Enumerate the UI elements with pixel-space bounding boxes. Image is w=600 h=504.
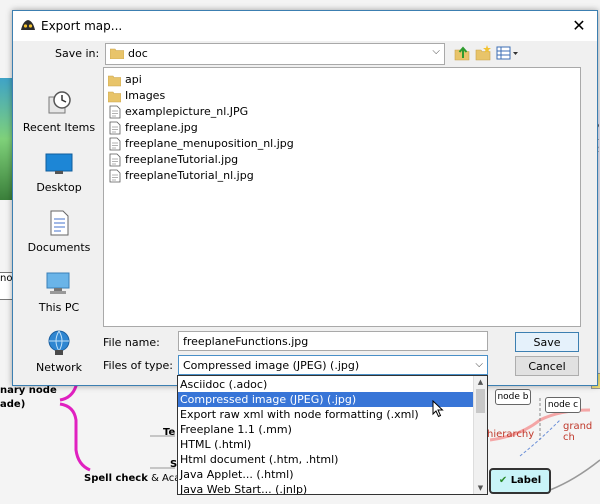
folder-icon [108,91,121,103]
folder-icon [110,48,124,59]
new-folder-button[interactable] [474,44,492,62]
map-node-b[interactable]: node b [495,389,531,405]
places-bar: Recent Items Desktop Documents This PC N… [17,67,101,374]
place-this-pc[interactable]: This PC [17,269,101,329]
save-in-value: doc [128,47,148,60]
view-menu-button[interactable] [495,44,521,62]
close-button[interactable]: ✕ [569,16,589,36]
close-icon: ✕ [572,16,586,35]
map-node-c[interactable]: node c [545,397,581,413]
file-name-label: File name: [103,336,160,349]
documents-icon [50,210,69,236]
list-item-file[interactable]: freeplane_menuposition_nl.jpg [108,136,294,152]
file-list[interactable]: api Images examplepicture_nl.JPG freepla… [103,67,581,327]
map-label-node[interactable]: ✔ Label [489,468,551,494]
file-icon [109,121,121,135]
dropdown-option[interactable]: Java Applet... (.html) [178,467,476,482]
save-in-label: Save in: [55,47,100,60]
files-of-type-select[interactable]: Compressed image (JPEG) (.jpg) ⌵ [178,355,488,375]
map-node-te[interactable]: Te [163,427,175,438]
cancel-button[interactable]: Cancel [515,356,579,376]
mouse-cursor-icon [432,400,444,418]
dialog-titlebar[interactable]: Export map... ✕ [13,11,597,41]
map-hierarchy-label: hierarchy [487,429,535,440]
save-button[interactable]: Save [515,332,579,352]
dropdown-option[interactable]: Freeplane 1.1 (.mm) [178,422,476,437]
files-of-type-value: Compressed image (JPEG) (.jpg) [183,359,360,372]
scrollbar-thumb[interactable] [476,389,485,413]
list-item-file[interactable]: freeplaneTutorial.jpg [108,152,238,168]
place-desktop[interactable]: Desktop [17,149,101,209]
dropdown-option[interactable]: Asciidoc (.adoc) [178,377,476,392]
map-grand-child-label: grand ch [563,421,593,443]
scroll-up-icon[interactable]: ▲ [474,376,487,388]
dropdown-option[interactable]: Html document (.htm, .html) [178,452,476,467]
file-name-input[interactable]: freeplaneFunctions.jpg [178,331,488,351]
freeplane-app-icon [21,20,35,30]
desktop-icon [45,153,73,174]
dialog-title: Export map... [41,19,123,33]
file-icon [109,105,121,119]
this-pc-icon [46,272,70,294]
files-of-type-label: Files of type: [103,359,174,372]
file-icon [109,153,121,167]
place-recent-items[interactable]: Recent Items [17,89,101,149]
chevron-down-icon: ⌵ [475,359,483,370]
dropdown-scrollbar[interactable]: ▲ ▼ [473,376,487,494]
folder-icon [108,75,121,87]
files-of-type-dropdown[interactable]: Asciidoc (.adoc) Compressed image (JPEG)… [177,375,488,495]
dropdown-option[interactable]: Java Web Start... (.jnlp) [178,482,476,494]
dropdown-option[interactable]: HTML (.html) [178,437,476,452]
file-icon [109,169,121,183]
up-one-level-button[interactable] [453,44,471,62]
file-icon [109,137,121,151]
recent-items-icon [48,91,71,114]
list-item-folder[interactable]: api [108,72,142,88]
save-in-combo[interactable]: doc ⌵ [105,43,445,65]
check-icon: ✔ [498,475,508,486]
place-documents[interactable]: Documents [17,209,101,269]
list-item-file[interactable]: examplepicture_nl.JPG [108,104,248,120]
list-item-file[interactable]: freeplane.jpg [108,120,198,136]
network-icon [48,330,70,355]
list-item-file[interactable]: freeplaneTutorial_nl.jpg [108,168,254,184]
scroll-down-icon[interactable]: ▼ [474,482,487,494]
place-network[interactable]: Network [17,329,101,389]
export-map-dialog: Export map... ✕ Save in: doc ⌵ Recent It… [12,10,598,386]
chevron-down-icon: ⌵ [432,46,440,57]
list-item-folder[interactable]: Images [108,88,165,104]
